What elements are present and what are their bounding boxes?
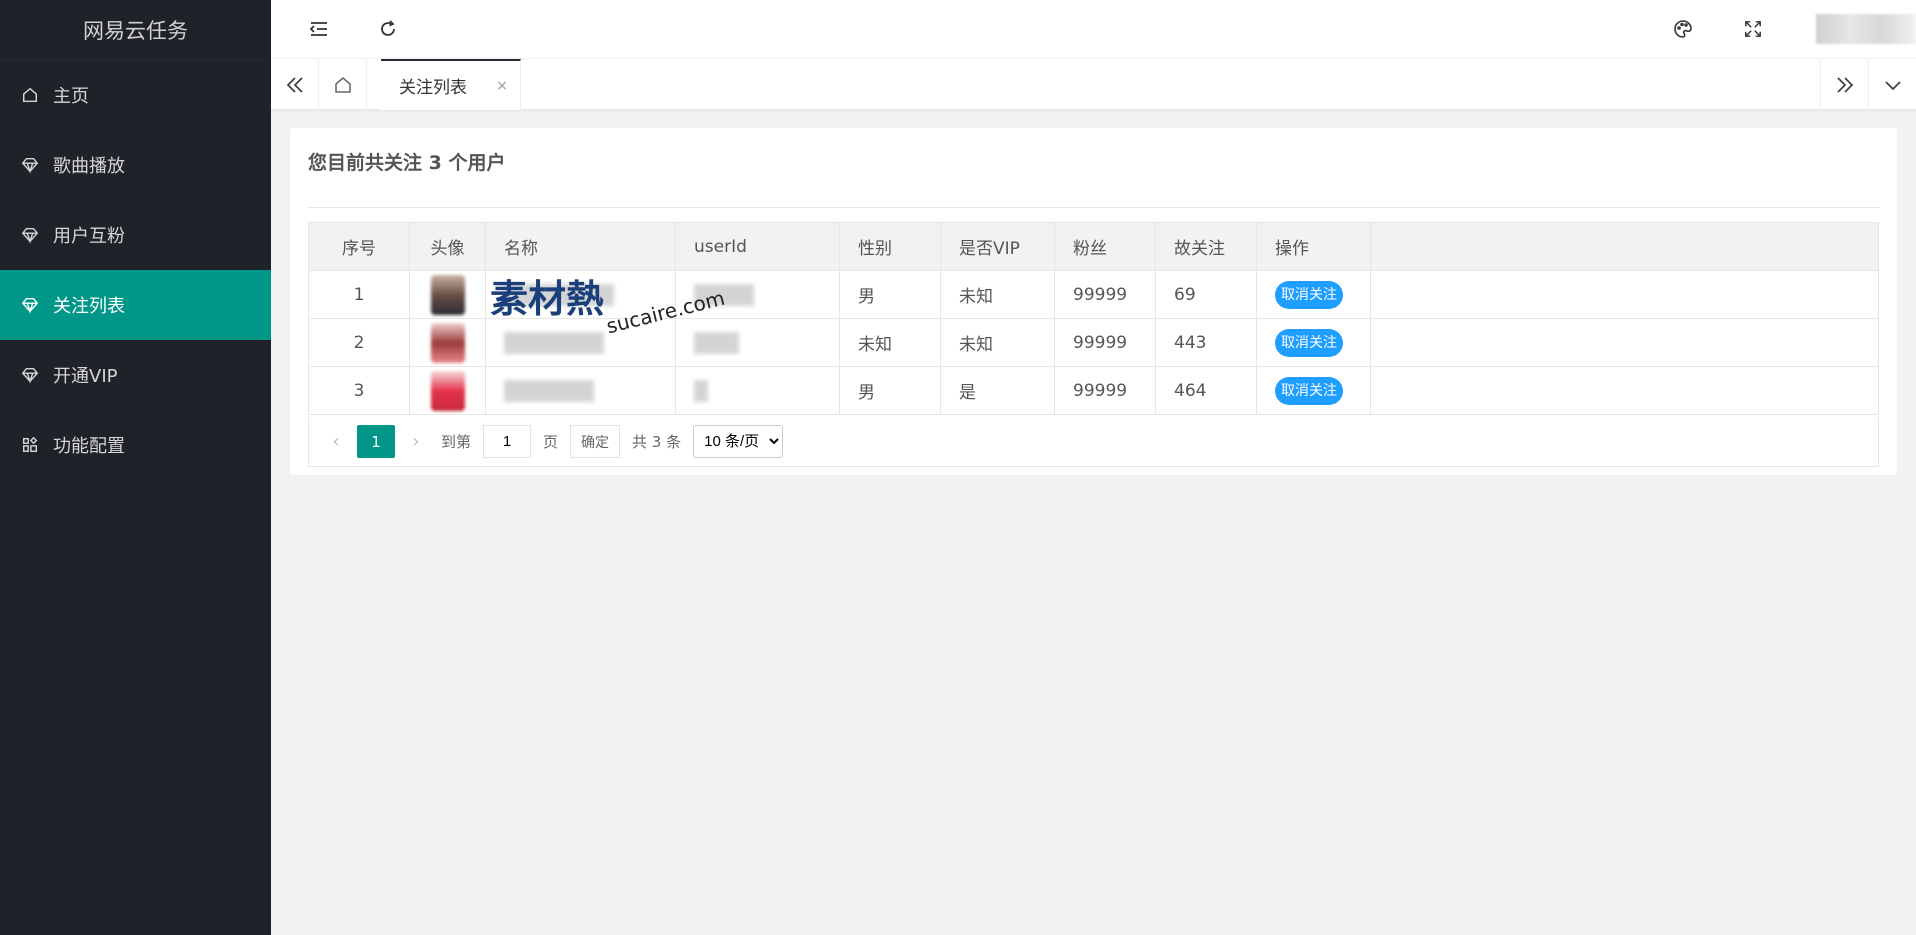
cell-userid: [675, 366, 840, 415]
user-avatar[interactable]: [1816, 14, 1916, 44]
sidebar-item-follow-list[interactable]: 关注列表: [0, 270, 271, 340]
sidebar: 网易云任务 主页 歌曲播放 用户互粉 关注列表 开通VIP 功能配置: [0, 0, 271, 935]
refresh-icon[interactable]: [373, 14, 403, 44]
sidebar-item-mutual-follow[interactable]: 用户互粉: [0, 200, 271, 270]
cell-index: 2: [308, 318, 410, 367]
cell-name: [485, 366, 676, 415]
sidebar-item-label: 功能配置: [53, 436, 125, 457]
col-header: 头像: [409, 222, 486, 271]
cell-empty: [1370, 366, 1879, 415]
avatar-cell: [409, 270, 486, 319]
page-unit-label: 页: [543, 433, 559, 451]
cell-following: 69: [1155, 270, 1257, 319]
cell-fans: 99999: [1054, 318, 1156, 367]
cell-following: 464: [1155, 366, 1257, 415]
cell-following: 443: [1155, 318, 1257, 367]
confirm-button[interactable]: 确定: [570, 425, 621, 458]
avatar: [430, 322, 465, 363]
sidebar-item-settings[interactable]: 功能配置: [0, 410, 271, 480]
cell-gender: 男: [839, 366, 941, 415]
table-row: 3 男 是 99999 464 取消关注: [308, 366, 1879, 415]
total-count: 共 3 条: [632, 433, 682, 451]
cell-fans: 99999: [1054, 366, 1156, 415]
unfollow-button[interactable]: 取消关注: [1275, 376, 1343, 405]
sidebar-item-label: 开通VIP: [53, 366, 118, 387]
blurred-name: [504, 331, 604, 354]
tabs-bar: 关注列表 ×: [271, 59, 1916, 110]
cell-fans: 99999: [1054, 270, 1156, 319]
tabs-scroll-left-icon[interactable]: [271, 59, 319, 110]
goto-label: 到第: [441, 433, 472, 451]
col-header: 序号: [308, 222, 410, 271]
cell-userid: [675, 318, 840, 367]
sidebar-item-label: 主页: [53, 86, 89, 107]
cell-vip: 未知: [940, 318, 1055, 367]
sidebar-item-label: 用户互粉: [53, 226, 125, 247]
col-header: 故关注: [1155, 222, 1257, 271]
next-page-icon[interactable]: ›: [403, 431, 429, 452]
avatar: [430, 274, 465, 315]
pagination: ‹ 1 › 到第 页 确定 共 3 条 10 条/页: [308, 417, 1879, 467]
fullscreen-icon[interactable]: [1738, 14, 1768, 44]
home-tab-icon[interactable]: [319, 59, 367, 110]
home-icon: [20, 85, 40, 105]
app-title: 网易云任务: [0, 0, 271, 60]
sidebar-item-home[interactable]: 主页: [0, 60, 271, 130]
blurred-userid: [694, 331, 739, 354]
cell-vip: 是: [940, 366, 1055, 415]
unfollow-button[interactable]: 取消关注: [1275, 280, 1343, 309]
divider: [308, 207, 1879, 208]
page-number-current[interactable]: 1: [357, 425, 395, 458]
cell-action: 取消关注: [1256, 366, 1371, 415]
cell-action: 取消关注: [1256, 318, 1371, 367]
diamond-icon: [20, 225, 40, 245]
tabs-scroll-right-icon[interactable]: [1820, 59, 1868, 110]
watermark-logo: 素材熱: [490, 277, 605, 321]
top-header: [271, 0, 1916, 59]
sidebar-item-song-play[interactable]: 歌曲播放: [0, 130, 271, 200]
diamond-icon: [20, 155, 40, 175]
tab-follow-list[interactable]: 关注列表 ×: [381, 59, 521, 110]
sidebar-item-label: 歌曲播放: [53, 156, 125, 177]
blurred-userid: [694, 379, 708, 402]
sidebar-item-vip[interactable]: 开通VIP: [0, 340, 271, 410]
cell-empty: [1370, 270, 1879, 319]
col-header: 操作: [1256, 222, 1371, 271]
close-icon[interactable]: ×: [496, 78, 508, 94]
page-input[interactable]: [483, 425, 532, 458]
col-header: 是否VIP: [940, 222, 1055, 271]
cell-empty: [1370, 318, 1879, 367]
apps-icon: [20, 435, 40, 455]
tab-label: 关注列表: [399, 78, 467, 98]
unfollow-button[interactable]: 取消关注: [1275, 328, 1343, 357]
blurred-name: [504, 379, 594, 402]
page-title: 您目前共关注 3 个用户: [308, 152, 506, 174]
prev-page-icon[interactable]: ‹: [323, 431, 349, 452]
sidebar-item-label: 关注列表: [53, 296, 125, 317]
table-row: 2 未知 未知 99999 443 取消关注: [308, 318, 1879, 367]
theme-palette-icon[interactable]: [1668, 14, 1698, 44]
avatar: [430, 370, 465, 411]
diamond-icon: [20, 365, 40, 385]
chevron-down-icon[interactable]: [1868, 59, 1916, 110]
menu-collapse-icon[interactable]: [304, 14, 334, 44]
cell-gender: 未知: [839, 318, 941, 367]
avatar-cell: [409, 318, 486, 367]
cell-gender: 男: [839, 270, 941, 319]
page-size-select[interactable]: 10 条/页: [693, 425, 784, 458]
col-header: 名称: [485, 222, 676, 271]
diamond-icon: [20, 295, 40, 315]
cell-vip: 未知: [940, 270, 1055, 319]
col-header: 性别: [839, 222, 941, 271]
cell-action: 取消关注: [1256, 270, 1371, 319]
col-header-empty: [1370, 222, 1879, 271]
col-header: userId: [675, 222, 840, 271]
cell-index: 1: [308, 270, 410, 319]
col-header: 粉丝: [1054, 222, 1156, 271]
table-header-row: 序号 头像 名称 userId 性别 是否VIP 粉丝 故关注 操作: [308, 222, 1879, 271]
cell-index: 3: [308, 366, 410, 415]
avatar-cell: [409, 366, 486, 415]
